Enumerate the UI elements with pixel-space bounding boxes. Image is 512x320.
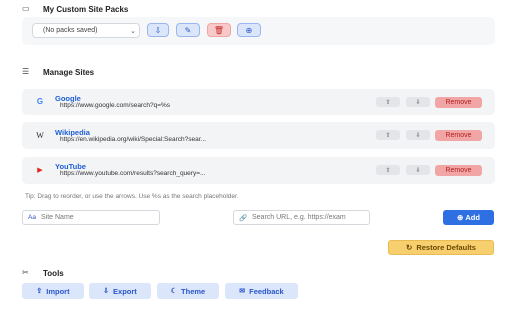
import-label: Import	[46, 286, 70, 296]
tools-title: Tools	[43, 269, 64, 278]
move-down-button[interactable]: ⇩	[406, 97, 430, 107]
arrow-up-icon: ⇧	[385, 167, 391, 174]
site-row[interactable]: ▶ YouTube https://www.youtube.com/result…	[22, 157, 495, 184]
site-row[interactable]: W Wikipedia https://en.wikipedia.org/wik…	[22, 122, 495, 149]
link-icon: 🔗	[238, 214, 248, 222]
download-icon: ⇩	[154, 25, 162, 35]
pack-select-value: (No packs saved)	[43, 27, 98, 34]
restore-label: Restore Defaults	[416, 243, 476, 252]
upload-icon: ⇪	[36, 288, 43, 295]
add-site-button[interactable]: ⊕ Add	[443, 210, 494, 225]
site-name-field[interactable]: Aa Site Name	[22, 210, 160, 225]
remove-button[interactable]: Remove	[435, 165, 482, 176]
plus-circle-icon: ⊕	[245, 25, 253, 35]
text-icon: Aa	[28, 214, 36, 221]
theme-button[interactable]: ☾ Theme	[157, 283, 219, 299]
add-label: Add	[465, 213, 480, 222]
feedback-button[interactable]: ✉ Feedback	[225, 283, 298, 299]
export-label: Export	[113, 286, 137, 296]
search-url-placeholder: Search URL, e.g. https://exam	[252, 214, 346, 221]
delete-pack-button[interactable]: 🗑	[207, 23, 231, 37]
feedback-label: Feedback	[249, 286, 284, 296]
remove-button[interactable]: Remove	[435, 130, 482, 141]
edit-pack-button[interactable]: ✎	[176, 23, 200, 37]
refresh-icon: ↻	[406, 243, 413, 252]
tools-icon: ✂	[22, 268, 29, 277]
move-down-button[interactable]: ⇩	[406, 130, 430, 140]
pack-select[interactable]: (No packs saved) ⌄	[32, 23, 140, 38]
chevron-down-icon: ⌄	[130, 27, 136, 35]
folder-icon: ▭	[22, 4, 30, 13]
plus-circle-icon: ⊕	[457, 213, 464, 222]
packs-panel: (No packs saved) ⌄ ⇩ ✎ 🗑 ⊕	[22, 17, 495, 45]
site-name-placeholder: Site Name	[41, 214, 74, 221]
pencil-icon: ✎	[184, 25, 192, 35]
message-icon: ✉	[239, 288, 246, 295]
google-favicon-icon: G	[36, 97, 44, 106]
youtube-favicon-icon: ▶	[37, 167, 43, 174]
site-url: https://www.google.com/search?q=%s	[60, 102, 171, 109]
remove-button[interactable]: Remove	[435, 97, 482, 108]
arrow-down-icon: ⇩	[415, 132, 421, 139]
move-up-button[interactable]: ⇧	[376, 165, 400, 175]
import-button[interactable]: ⇪ Import	[22, 283, 84, 299]
theme-label: Theme	[181, 286, 206, 296]
site-url: https://en.wikipedia.org/wiki/Special:Se…	[60, 136, 206, 143]
packs-title: My Custom Site Packs	[43, 5, 129, 14]
move-up-button[interactable]: ⇧	[376, 130, 400, 140]
tip-text: Tip: Drag to reorder, or use the arrows.…	[25, 193, 239, 200]
arrow-up-icon: ⇧	[385, 99, 391, 106]
restore-defaults-button[interactable]: ↻ Restore Defaults	[388, 240, 494, 255]
export-button[interactable]: ⇩ Export	[89, 283, 151, 299]
move-down-button[interactable]: ⇩	[406, 165, 430, 175]
add-pack-button[interactable]: ⊕	[237, 23, 261, 37]
manage-title: Manage Sites	[43, 68, 95, 77]
move-up-button[interactable]: ⇧	[376, 97, 400, 107]
arrow-down-icon: ⇩	[415, 99, 421, 106]
search-url-field[interactable]: 🔗 Search URL, e.g. https://exam	[233, 210, 370, 225]
site-url: https://www.youtube.com/results?search_q…	[60, 170, 206, 177]
site-row[interactable]: G Google https://www.google.com/search?q…	[22, 89, 495, 115]
arrow-up-icon: ⇧	[385, 132, 391, 139]
list-icon: ☰	[22, 67, 30, 76]
wikipedia-favicon-icon: W	[36, 131, 44, 140]
palette-icon: ☾	[170, 288, 178, 295]
arrow-down-icon: ⇩	[415, 167, 421, 174]
trash-icon: 🗑	[213, 25, 225, 35]
save-pack-button[interactable]: ⇩	[147, 23, 169, 37]
download-icon: ⇩	[103, 288, 110, 295]
